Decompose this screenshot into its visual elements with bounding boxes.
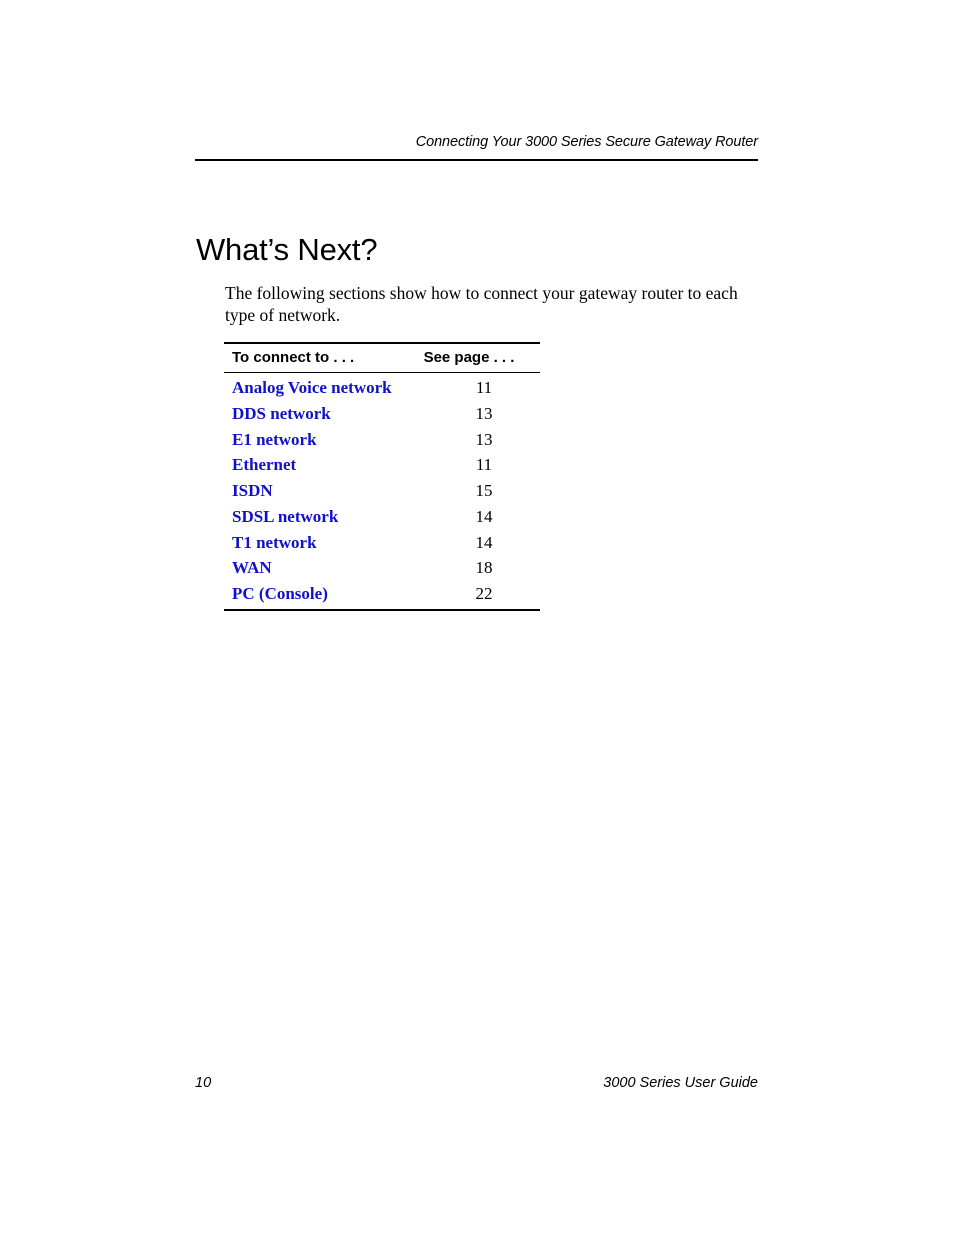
column-header-to-connect-to: To connect to . . . [232,349,355,366]
cross-reference-table: To connect to . . . See page . . . Analo… [224,342,540,612]
table-cell-label[interactable]: Ethernet [224,452,420,478]
cross-reference-link-wan[interactable]: WAN [232,558,272,577]
cross-reference-link-ethernet[interactable]: Ethernet [232,455,296,474]
table-row: ISDN 15 [224,478,540,504]
table-cell-label[interactable]: PC (Console) [224,581,420,609]
table-cell-page: 11 [475,455,493,475]
table-cell-page: 15 [475,481,493,501]
table-cell-page: 18 [475,558,493,578]
table-row: WAN 18 [224,555,540,581]
intro-paragraph: The following sections show how to conne… [225,282,738,325]
table-header-row: To connect to . . . See page . . . [224,344,540,372]
running-header-title: Connecting Your 3000 Series Secure Gatew… [415,134,758,150]
table-cell-page: 14 [475,506,493,526]
table-cell-page: 11 [475,378,493,397]
document-page: Connecting Your 3000 Series Secure Gatew… [0,0,954,1235]
footer-guide-title: 3000 Series User Guide [603,1075,758,1091]
table-row: Analog Voice network 11 [224,373,540,400]
cross-reference-link-analog-voice-network[interactable]: Analog Voice network [232,378,392,397]
table-row: Ethernet 11 [224,452,540,478]
table-cell-page: 13 [475,429,493,449]
column-header-see-page: See page . . . [423,349,515,366]
table-row: PC (Console) 22 [224,581,540,609]
table-cell-page: 13 [475,403,493,423]
table-cell-label[interactable]: E1 network [224,426,420,452]
table-row: E1 network 13 [224,426,540,452]
table-cell-label[interactable]: DDS network [224,400,420,426]
table-cell-label[interactable]: WAN [224,555,420,581]
cross-reference-link-pc-console[interactable]: PC (Console) [232,584,328,603]
page-title: What’s Next? [196,231,378,267]
table-row: T1 network 14 [224,529,540,555]
table-bottom-rule [224,609,540,612]
table-row: SDSL network 14 [224,504,540,530]
cross-reference-link-isdn[interactable]: ISDN [232,481,273,500]
table-cell-label[interactable]: T1 network [224,529,420,555]
footer-page-number: 10 [195,1075,212,1091]
header-divider-rule [195,159,758,161]
table-row: DDS network 13 [224,400,540,426]
table-cell-label[interactable]: Analog Voice network [224,373,420,400]
table-cell-label[interactable]: SDSL network [224,504,420,530]
cross-reference-link-e1-network[interactable]: E1 network [232,430,317,449]
cross-reference-link-sdsl-network[interactable]: SDSL network [232,507,338,526]
table-cell-page: 14 [475,532,493,552]
table-cell-label[interactable]: ISDN [224,478,420,504]
table-cell-page: 22 [475,584,493,604]
cross-reference-link-t1-network[interactable]: T1 network [232,533,317,552]
cross-reference-link-dds-network[interactable]: DDS network [232,404,331,423]
